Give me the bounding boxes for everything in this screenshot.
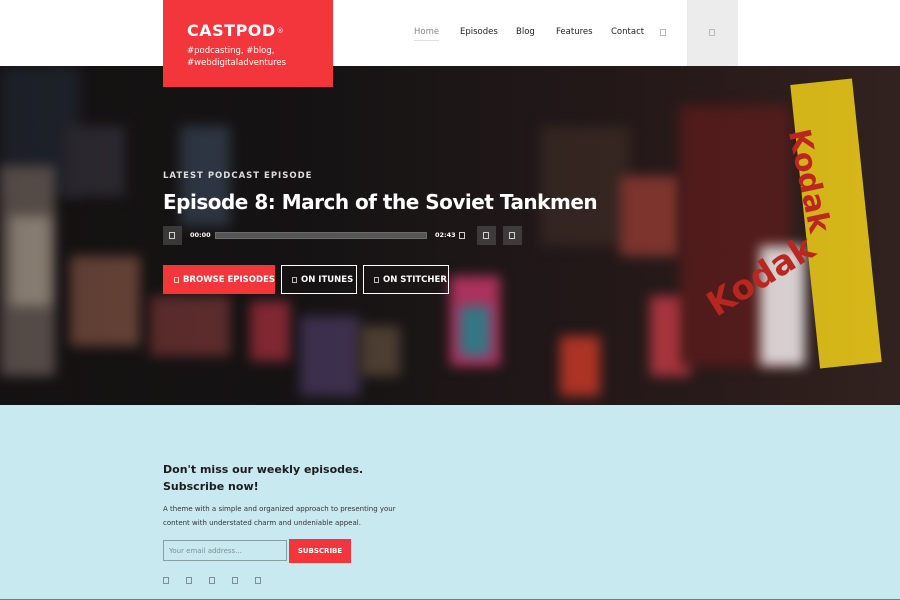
email-field[interactable] bbox=[163, 540, 287, 561]
duration-time: 02:43 bbox=[435, 231, 456, 239]
site-logo[interactable]: CASTPOD® #podcasting, #blog, #webdigital… bbox=[163, 0, 333, 87]
current-time: 00:00 bbox=[190, 231, 211, 239]
browse-episodes-button[interactable]: BROWSE EPISODES bbox=[163, 265, 275, 294]
site-header: Home Episodes Blog Features Contact bbox=[0, 0, 900, 66]
download-button[interactable] bbox=[477, 226, 496, 245]
main-nav: Home Episodes Blog Features Contact bbox=[0, 27, 900, 41]
subscribe-button[interactable]: SUBSCRIBE bbox=[289, 539, 351, 563]
hero-eyebrow: LATEST PODCAST EPISODE bbox=[163, 171, 313, 181]
brand-name: CASTPOD bbox=[187, 21, 276, 40]
hero-section: Kodak Kodak LATEST PODCAST EPISODE Episo… bbox=[0, 66, 900, 405]
audio-player: 00:00 02:43 bbox=[163, 226, 523, 245]
subscribe-title: Don't miss our weekly episodes. Subscrib… bbox=[163, 463, 364, 493]
nav-item-episodes[interactable]: Episodes bbox=[460, 27, 498, 37]
soundcloud-icon[interactable] bbox=[255, 577, 261, 584]
nav-item-blog[interactable]: Blog bbox=[516, 27, 535, 37]
nav-item-contact[interactable]: Contact bbox=[611, 27, 644, 37]
download-icon bbox=[483, 232, 489, 239]
facebook-icon[interactable] bbox=[163, 577, 169, 584]
volume-icon[interactable] bbox=[459, 232, 465, 239]
stitcher-button[interactable]: ON STITCHER bbox=[363, 265, 449, 294]
brand-tagline: #podcasting, #blog, #webdigitaladventure… bbox=[187, 46, 287, 68]
youtube-icon[interactable] bbox=[232, 577, 238, 584]
instagram-icon[interactable] bbox=[209, 577, 215, 584]
subscribe-section: Don't miss our weekly episodes. Subscrib… bbox=[0, 405, 900, 600]
nav-item-home[interactable]: Home bbox=[414, 27, 440, 41]
subscribe-description: A theme with a simple and organized appr… bbox=[163, 505, 396, 527]
apple-icon bbox=[292, 276, 297, 283]
play-icon bbox=[169, 232, 175, 239]
menu-panel-button[interactable] bbox=[687, 0, 738, 66]
play-button[interactable] bbox=[163, 226, 182, 245]
twitter-icon[interactable] bbox=[186, 577, 192, 584]
stitcher-icon bbox=[374, 276, 379, 283]
itunes-button[interactable]: ON ITUNES bbox=[281, 265, 357, 294]
share-button[interactable] bbox=[503, 226, 522, 245]
share-icon bbox=[509, 232, 515, 239]
progress-bar[interactable] bbox=[215, 232, 427, 239]
brand-mark: ® bbox=[276, 27, 285, 35]
menu-icon bbox=[709, 29, 715, 36]
episode-title: Episode 8: March of the Soviet Tankmen bbox=[163, 190, 598, 214]
search-icon[interactable] bbox=[660, 29, 666, 36]
nav-item-features[interactable]: Features bbox=[556, 27, 593, 37]
list-icon bbox=[174, 276, 179, 283]
